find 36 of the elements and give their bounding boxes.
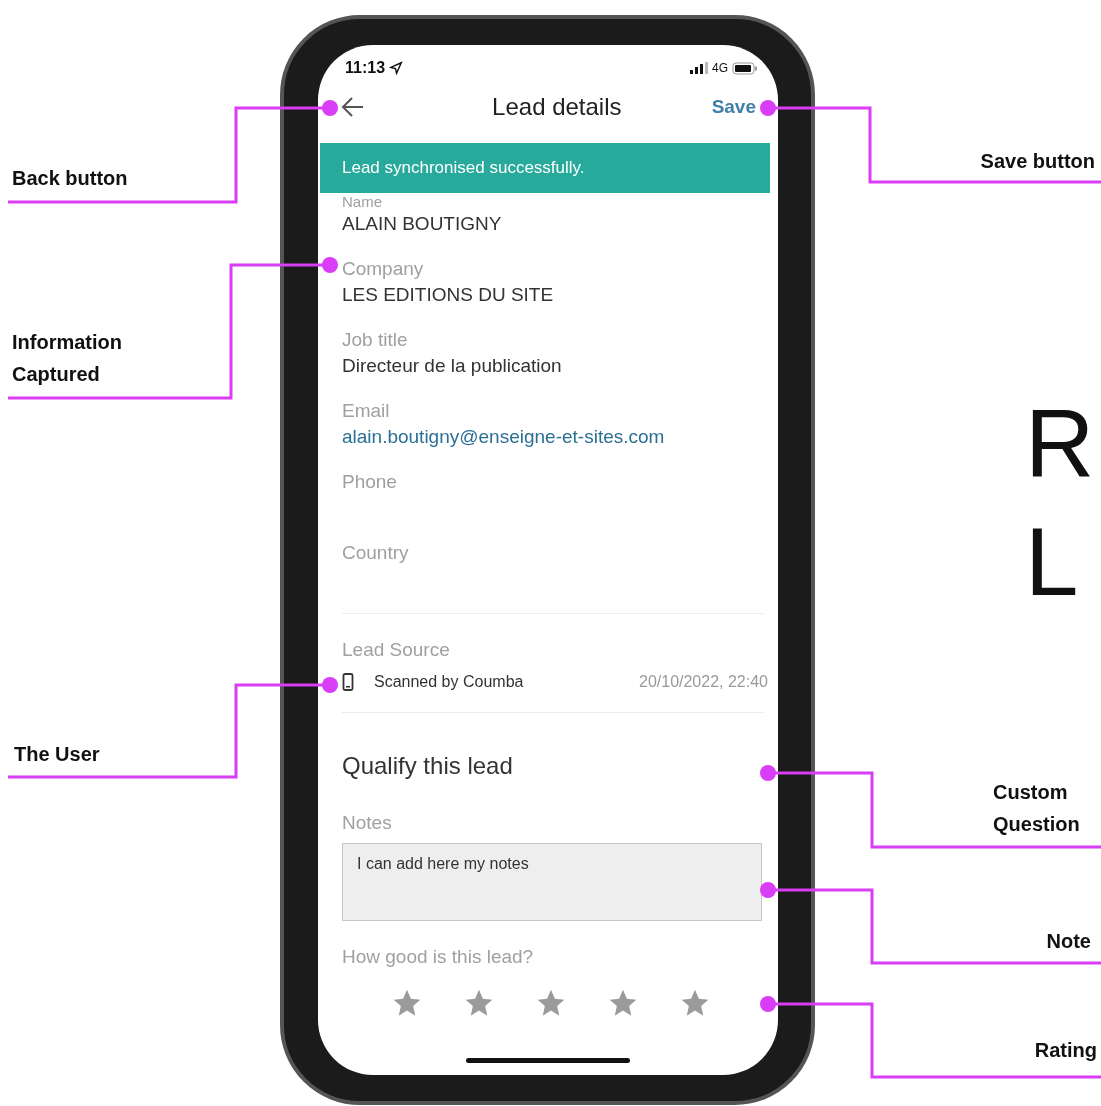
- status-time: 11:13: [345, 58, 386, 78]
- save-button[interactable]: Save: [711, 92, 756, 122]
- battery-icon: [732, 61, 758, 75]
- callout-label: Note: [1045, 929, 1091, 954]
- field-value: LES EDITIONS DU SITE: [342, 283, 555, 307]
- field-value: Directeur de la publication: [342, 354, 563, 378]
- callout-label: Back button: [12, 166, 129, 191]
- scan-date: 20/10/2022, 22:40: [639, 672, 768, 692]
- heading-letter: R: [1025, 389, 1095, 499]
- network-label: 4G: [712, 60, 728, 77]
- location-arrow-icon: [389, 61, 404, 75]
- callout-label: The User: [14, 742, 101, 767]
- success-banner: Lead synchronised successfully.: [320, 143, 770, 193]
- callout-label: Rating: [1033, 1038, 1097, 1063]
- notes-field[interactable]: I can add here my notes: [342, 843, 762, 921]
- field-label: Phone: [342, 470, 398, 494]
- section-title: Qualify this lead: [342, 751, 514, 781]
- signal-icon: [690, 62, 708, 74]
- callout-label: Information Captured: [12, 330, 123, 387]
- field-label: Name: [342, 194, 383, 210]
- email-link[interactable]: alain.boutigny@enseigne-et-sites.com: [342, 423, 764, 451]
- callout-label: Save button: [979, 149, 1095, 174]
- callout-label: Custom Question: [993, 780, 1081, 837]
- field-label: Job title: [342, 328, 409, 352]
- field-value: ALAIN BOUTIGNY: [342, 212, 503, 236]
- field-label: Country: [342, 541, 410, 565]
- field-label: Email: [342, 399, 391, 423]
- phone-icon: [342, 673, 354, 691]
- lead-source-label: Lead Source: [342, 638, 451, 662]
- scanned-by-text: Scanned by Coumba: [374, 672, 524, 692]
- field-label: Company: [342, 257, 425, 281]
- back-arrow-icon: [341, 96, 365, 118]
- heading-letter: L: [1025, 507, 1080, 617]
- rating-label: How good is this lead?: [342, 945, 535, 969]
- screen-title: Lead details: [492, 92, 622, 122]
- notes-label: Notes: [342, 811, 393, 835]
